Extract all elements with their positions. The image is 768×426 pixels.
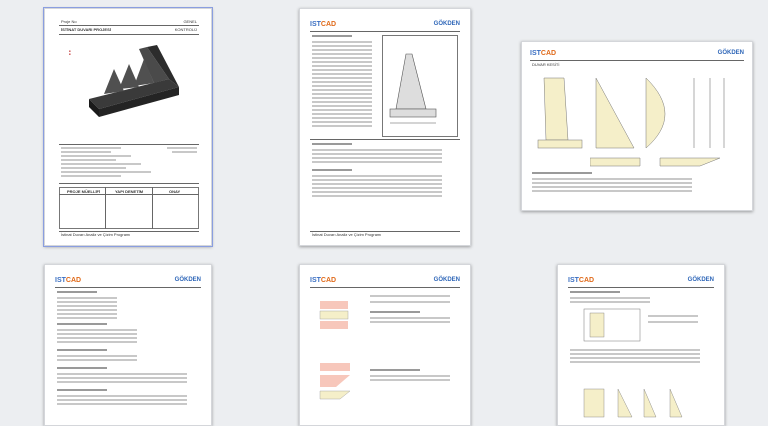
page-footer: İstinat Duvarı Analiz ve Çizim Programı [312,232,382,237]
section-title: DUVAR KESİTİ [532,62,560,67]
istcad-logo: ISTCAD [55,277,82,284]
istcad-logo: ISTCAD [568,277,595,284]
table-header-yapi: YAPI DENETİM [115,189,144,194]
page-thumbnail-2[interactable]: ISTCAD GÖKDEN İstinat Duvarı Analiz ve Ç… [299,8,471,246]
page-thumbnail-5[interactable]: ISTCAD GÖKDEN [299,264,471,426]
page-title: İSTİNAT DUVARI PROJESİ [61,27,111,32]
load-diagram-top [319,301,349,329]
brand-logo: GÖKDEN [433,277,460,283]
retaining-wall-3d-image [89,45,179,117]
page-thumbnail-4[interactable]: ISTCAD GÖKDEN [44,264,212,426]
istcad-logo: ISTCAD [310,21,337,28]
page-thumbnail-1[interactable]: Proje No GENEL İSTİNAT DUVARI PROJESİ KO… [43,7,213,247]
brand-logo: GÖKDEN [174,277,201,283]
page-thumbnail-3[interactable]: ISTCAD GÖKDEN DUVAR KESİTİ [521,41,753,211]
table-header-onay: ONAY [169,189,181,194]
section-detail [583,308,641,342]
page-content: Proje No GENEL İSTİNAT DUVARI PROJESİ KO… [59,19,199,237]
load-diagram-bottom [319,363,351,400]
brand-logo: GÖKDEN [433,21,460,27]
page-header-left: Proje No [61,19,77,24]
page-header-right: GENEL [183,19,197,24]
page-footer: İstinat Duvarı Analiz ve Çizim Programı [61,232,131,237]
wall-pressure-diagram [537,77,725,149]
footing-diagrams [590,157,721,167]
page-title-right: KONTROLÜ [174,27,197,32]
istcad-logo: ISTCAD [530,50,557,57]
wall-section-svg [389,53,437,124]
page-thumbnail-6[interactable]: ISTCAD GÖKDEN [557,264,725,426]
brand-logo: GÖKDEN [717,50,744,56]
table-header-proje: PROJE MÜELLİFİ [67,189,101,194]
brand-logo: GÖKDEN [687,277,714,283]
istcad-logo: ISTCAD [310,277,337,284]
